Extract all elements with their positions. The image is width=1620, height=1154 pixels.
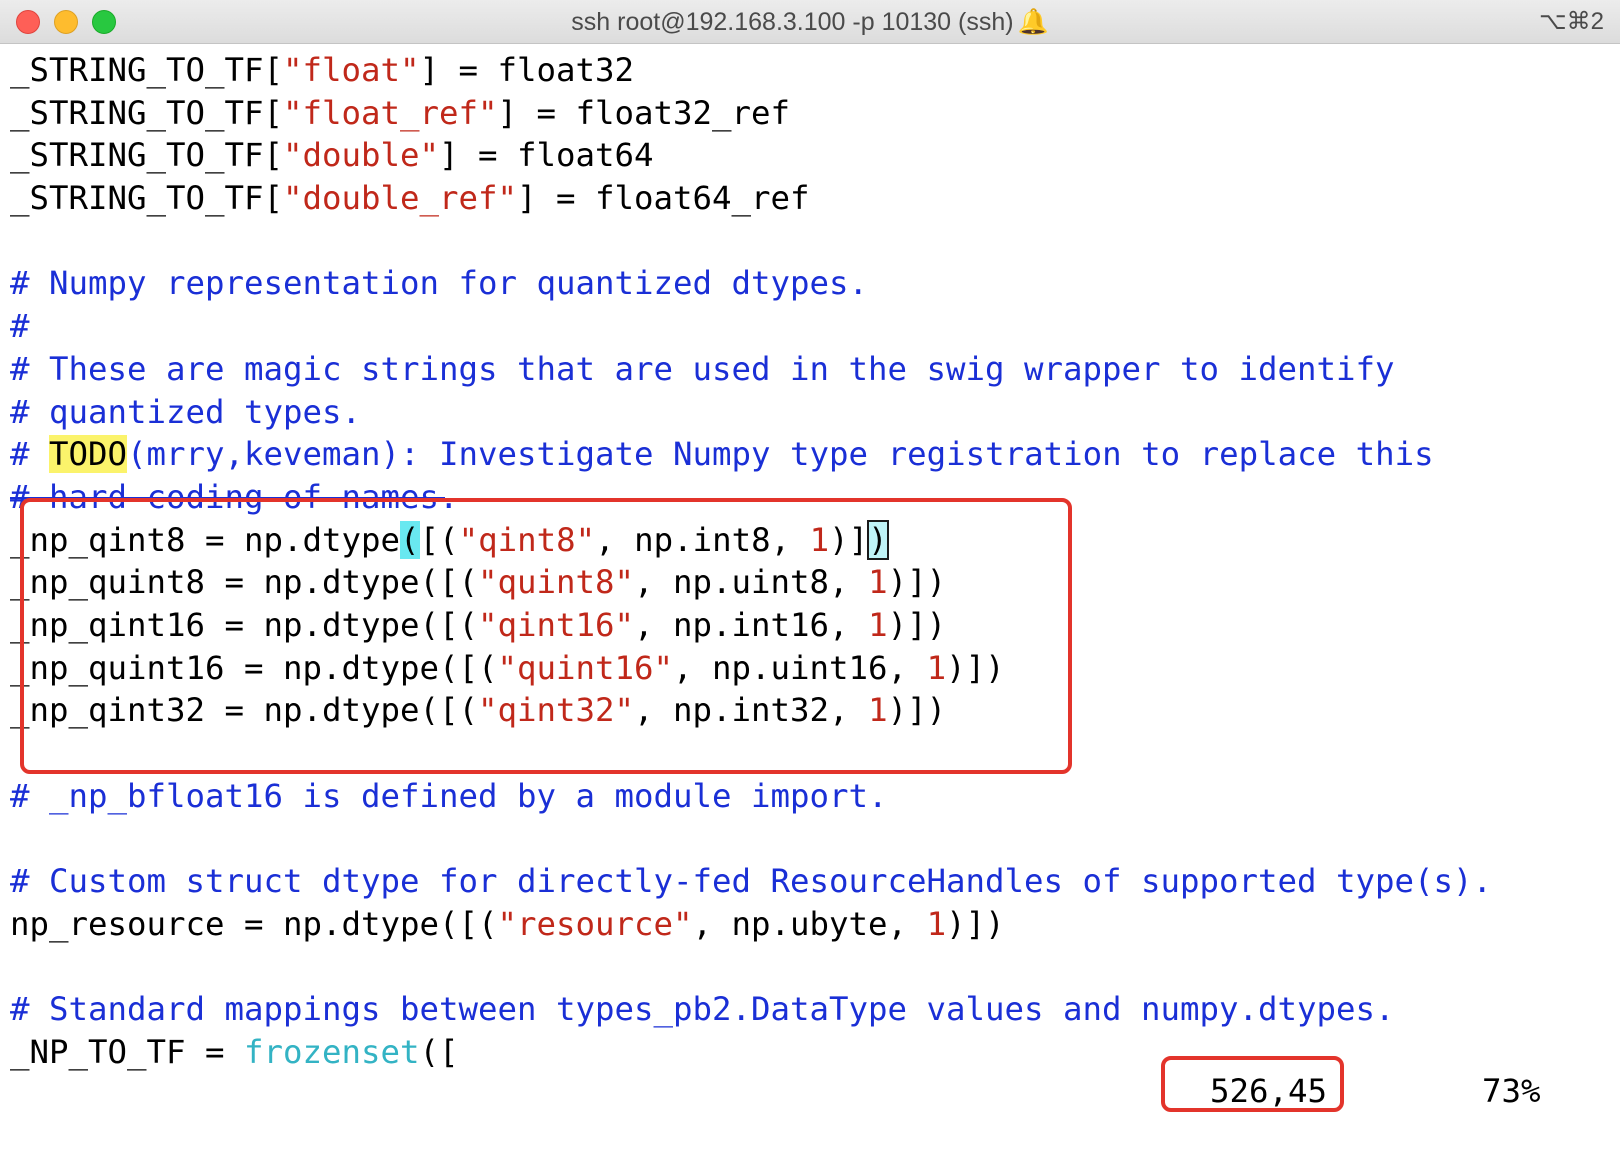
code-line: _STRING_TO_TF["float_ref"] = float32_ref — [10, 93, 791, 132]
window-titlebar: ssh root@192.168.3.100 -p 10130 (ssh) 🔔 ⌥… — [0, 0, 1620, 44]
comment-line: # These are magic strings that are used … — [10, 349, 1395, 388]
todo-marker: TODO — [49, 435, 128, 474]
code-line: _STRING_TO_TF["double"] = float64 — [10, 136, 654, 175]
bell-icon: 🔔 — [1017, 8, 1049, 36]
comment-line: # _np_bfloat16 is defined by a module im… — [10, 776, 888, 815]
annotation-box-dtypes — [20, 498, 1072, 774]
comment-line: # Standard mappings between types_pb2.Da… — [10, 990, 1395, 1029]
comment-line: # — [10, 307, 30, 346]
annotation-box-position — [1161, 1056, 1344, 1112]
builtin-frozenset: frozenset — [244, 1032, 420, 1071]
code-line-resource: np_resource = np.dtype([("resource", np.… — [10, 904, 1005, 943]
scroll-percent: 73% — [1482, 1072, 1541, 1110]
window-title: ssh root@192.168.3.100 -p 10130 (ssh) — [571, 8, 1014, 36]
tab-shortcut-label: ⌥⌘2 — [1538, 8, 1604, 35]
comment-line: # Custom struct dtype for directly-fed R… — [10, 862, 1493, 901]
code-line: _STRING_TO_TF["double_ref"] = float64_re… — [10, 179, 810, 218]
comment-line: # Numpy representation for quantized dty… — [10, 264, 869, 303]
window-title-container: ssh root@192.168.3.100 -p 10130 (ssh) 🔔 — [0, 0, 1620, 44]
comment-line: # TODO(mrry,keveman): Investigate Numpy … — [10, 435, 1434, 474]
code-line: _STRING_TO_TF["float"] = float32 — [10, 51, 635, 89]
comment-line: # quantized types. — [10, 392, 362, 431]
